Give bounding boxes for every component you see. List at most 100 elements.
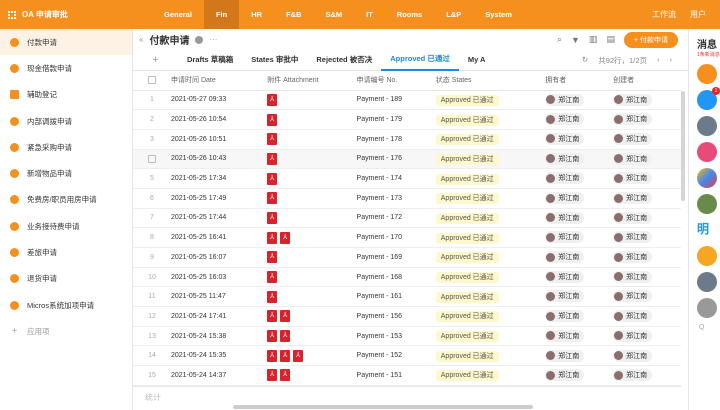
owner-chip[interactable]: 郑江南 [545, 192, 585, 205]
nav-hr[interactable]: HR [239, 0, 274, 29]
table-row[interactable]: 11 2021-05-25 11:47 ⅄ Payment - 161 Approved… [133, 286, 681, 308]
pdf-file-icon[interactable]: ⅄ [267, 271, 278, 284]
pdf-file-icon[interactable]: ⅄ [267, 330, 278, 343]
table-row[interactable]: 13 2021-05-24 15:38 ⅄ ⅄ Payment - 153 Approve… [133, 326, 681, 347]
pdf-file-icon[interactable]: ⅄ [267, 152, 278, 165]
table-row[interactable]: 7 2021-05-25 17:44 ⅄ Payment - 172 Approved … [133, 208, 681, 229]
select-all-checkbox[interactable] [148, 76, 156, 85]
grid-icon[interactable] [697, 246, 717, 266]
owner-chip[interactable]: 郑江南 [545, 93, 585, 106]
sidebar-item[interactable]: 辅助登记 [0, 82, 132, 108]
info-icon[interactable] [195, 35, 204, 44]
add-payment-button[interactable]: + 付款申请 [623, 31, 678, 48]
next-page-icon[interactable]: › [670, 55, 673, 66]
sidebar-item[interactable]: 免费房/职员用房申请 [0, 187, 132, 213]
nav-general[interactable]: General [152, 0, 204, 29]
bell-icon[interactable] [697, 116, 717, 136]
nav-system[interactable]: System [473, 0, 524, 29]
table-row[interactable]: 6 2021-05-25 17:49 ⅄ Payment - 173 Approved … [133, 188, 681, 209]
creator-chip[interactable]: 郑江南 [613, 113, 653, 126]
creator-chip[interactable]: 郑江南 [613, 231, 653, 244]
table-row[interactable]: 10 2021-05-25 16:03 ⅄ Payment - 168 Approved… [133, 267, 681, 288]
workflow-link[interactable]: 工作流 [652, 9, 676, 20]
sidebar-item[interactable]: 差旅申请 [0, 239, 132, 265]
creator-chip[interactable]: 郑江南 [613, 152, 653, 165]
sidebar-item[interactable]: 付款申请 [0, 29, 132, 56]
avatar-icon[interactable] [697, 194, 717, 214]
pdf-file-icon[interactable]: ⅄ [267, 211, 278, 224]
app-title[interactable]: OA 申请审批 [22, 9, 152, 20]
owner-chip[interactable]: 郑江南 [545, 251, 585, 264]
table-row[interactable]: 9 2021-05-25 16:07 ⅄ Payment - 169 Approved … [133, 247, 681, 268]
sidebar-item[interactable]: + 应用项 [0, 318, 132, 344]
vertical-scrollbar[interactable] [681, 91, 685, 201]
users-link[interactable]: 用户 [690, 9, 706, 20]
pdf-file-icon[interactable]: ⅄ [280, 310, 291, 323]
apps-grid-icon[interactable] [8, 10, 16, 19]
creator-chip[interactable]: 郑江南 [613, 349, 653, 362]
creator-chip[interactable]: 郑江南 [613, 211, 653, 224]
pdf-file-icon[interactable]: ⅄ [267, 290, 278, 303]
group-icon[interactable] [697, 298, 717, 318]
owner-chip[interactable]: 郑江南 [545, 369, 585, 382]
owner-chip[interactable]: 郑江南 [545, 270, 585, 283]
creator-chip[interactable]: 郑江南 [613, 270, 653, 283]
creator-chip[interactable]: 郑江南 [613, 172, 653, 185]
creator-chip[interactable]: 郑江南 [613, 369, 653, 382]
search-icon[interactable]: Q [689, 324, 720, 331]
pdf-file-icon[interactable]: ⅄ [280, 330, 291, 343]
filter-icon[interactable]: ▼ [571, 35, 580, 45]
tab-view[interactable]: Rejected 被否决 [307, 50, 381, 70]
table-row[interactable]: 2021-05-26 10:43 ⅄ Payment - 176 Approved 已… [133, 149, 681, 170]
sidebar-item[interactable]: 现金借款申请 [0, 55, 132, 81]
owner-chip[interactable]: 郑江南 [545, 349, 585, 362]
nav-it[interactable]: IT [354, 0, 385, 29]
nav-fin[interactable]: Fin [203, 0, 240, 29]
pdf-file-icon[interactable]: ⅄ [267, 251, 278, 264]
tab-view[interactable]: Drafts 草稿箱 [178, 50, 242, 70]
column-header[interactable]: 拥有者 [545, 71, 614, 91]
row-checkbox[interactable] [148, 154, 156, 163]
pdf-file-icon[interactable]: ⅄ [267, 192, 278, 205]
nav-lp[interactable]: L&P [434, 0, 473, 29]
owner-chip[interactable]: 郑江南 [545, 172, 585, 185]
pdf-file-icon[interactable]: ⅄ [267, 133, 278, 146]
table-row[interactable]: 1 2021-05-27 09:33 ⅄ Payment - 189 Approved … [133, 90, 681, 111]
owner-chip[interactable]: 郑江南 [545, 310, 585, 323]
prev-page-icon[interactable]: ‹ [657, 55, 660, 66]
owner-chip[interactable]: 郑江南 [545, 329, 585, 342]
column-header[interactable]: 申请编号 No. [356, 71, 436, 91]
pdf-file-icon[interactable]: ⅄ [267, 349, 278, 362]
sidebar-item[interactable]: 紧急采购申请 [0, 134, 132, 160]
search-icon[interactable]: ⌕ [557, 34, 562, 45]
table-row[interactable]: 8 2021-05-25 16:41 ⅄ ⅄ Payment - 170 Approved… [133, 227, 681, 248]
creator-chip[interactable]: 郑江南 [613, 93, 653, 106]
owner-chip[interactable]: 郑江南 [545, 113, 585, 126]
pdf-file-icon[interactable]: ⅄ [267, 231, 278, 244]
more-icon[interactable]: ··· [209, 35, 217, 44]
table-row[interactable]: 3 2021-05-26 10:51 ⅄ Payment - 178 Approved … [133, 129, 681, 150]
column-header[interactable]: 创建者 [613, 71, 681, 91]
table-row[interactable]: 5 2021-05-25 17:34 ⅄ Payment - 174 Approved … [133, 168, 681, 189]
pdf-file-icon[interactable]: ⅄ [267, 113, 278, 126]
sidebar-item[interactable]: 内部调拨申请 [0, 108, 132, 134]
calendar-icon[interactable] [697, 142, 717, 162]
nav-rooms[interactable]: Rooms [385, 0, 434, 29]
pdf-file-icon[interactable]: ⅄ [280, 231, 291, 244]
table-row[interactable]: 12 2021-05-24 17:41 ⅄ ⅄ Payment - 156 Approve… [133, 306, 681, 327]
tab-view[interactable]: My A [459, 50, 495, 70]
chat-icon[interactable]: 1 [697, 87, 720, 110]
sidebar-item[interactable]: 业务接待费申请 [0, 213, 132, 239]
pdf-file-icon[interactable]: ⅄ [293, 349, 304, 362]
collapse-icon[interactable]: « [139, 35, 143, 44]
send-icon[interactable] [697, 64, 717, 84]
chart-icon[interactable]: ▥ [589, 34, 598, 45]
pdf-file-icon[interactable]: ⅄ [267, 310, 278, 323]
sidebar-item[interactable]: 退货申请 [0, 266, 132, 292]
pdf-file-icon[interactable]: ⅄ [267, 93, 278, 106]
owner-chip[interactable]: 郑江南 [545, 231, 585, 244]
column-header[interactable]: 申请时间 Date [171, 71, 268, 91]
app-icon[interactable] [697, 168, 717, 188]
creator-chip[interactable]: 郑江南 [613, 251, 653, 264]
sidebar-item[interactable]: Micros系统加项申请 [0, 292, 132, 318]
